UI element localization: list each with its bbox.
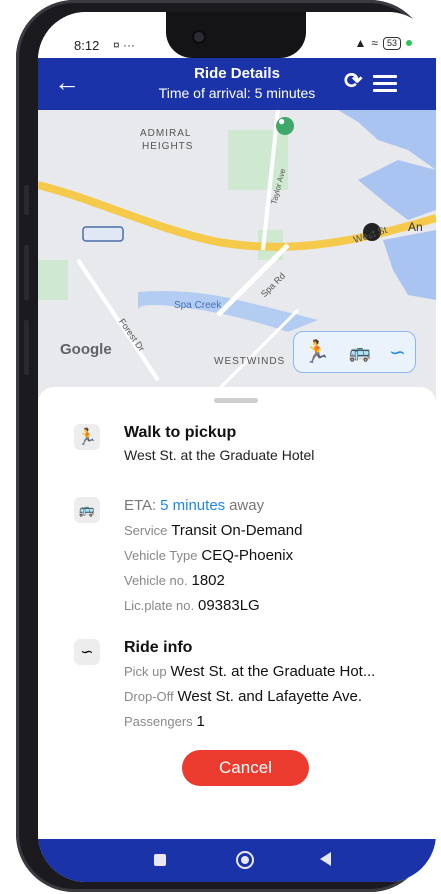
battery-icon: 53 bbox=[382, 36, 401, 50]
passengers-value: 1 bbox=[196, 713, 205, 730]
drag-handle[interactable] bbox=[214, 398, 258, 403]
eta-suffix: away bbox=[229, 497, 265, 514]
app-header: ← Ride Details Time of arrival: 5 minute… bbox=[38, 58, 436, 110]
recents-button[interactable] bbox=[154, 854, 166, 866]
vehicle-type-label: Vehicle Type bbox=[124, 548, 198, 563]
service-label: Service bbox=[124, 523, 168, 538]
back-button[interactable] bbox=[320, 852, 331, 866]
refresh-icon[interactable]: ⟳ bbox=[344, 68, 362, 94]
service-line: Service Transit On-Demand bbox=[124, 522, 302, 539]
route-info-icon: ∽ bbox=[74, 639, 100, 665]
walk-title: Walk to pickup bbox=[124, 424, 237, 441]
eta-label: ETA: bbox=[124, 497, 157, 514]
mode-selector: 🏃 🚌 ∽ bbox=[293, 331, 416, 373]
pickup-line: Pick up West St. at the Graduate Hot... bbox=[124, 663, 375, 680]
eta-line: ETA: 5 minutes away bbox=[124, 497, 264, 514]
google-attribution: Google bbox=[60, 341, 112, 358]
plate-value: 09383LG bbox=[198, 597, 260, 614]
status-time: 8:12 bbox=[74, 38, 100, 53]
map-label-heights: HEIGHTS bbox=[142, 141, 194, 152]
passengers-line: Passengers 1 bbox=[124, 713, 205, 730]
home-button[interactable] bbox=[236, 851, 254, 869]
walk-icon[interactable]: 🏃 bbox=[303, 339, 330, 365]
pickup-marker-icon[interactable]: ⚙ bbox=[364, 220, 380, 241]
wifi-icon: ≈ bbox=[371, 36, 378, 50]
vehicle-no-line: Vehicle no. 1802 bbox=[124, 572, 225, 589]
volume-down-button bbox=[24, 320, 29, 375]
status-bar: 8:12 ¤ ··· ▲ ≈ 53 bbox=[38, 12, 436, 58]
map-label-spa-creek: Spa Creek bbox=[174, 300, 222, 311]
map-label-annapolis: An bbox=[408, 220, 423, 234]
bus-icon: 🚌 bbox=[74, 497, 100, 523]
status-notification-icons: ¤ ··· bbox=[113, 38, 135, 52]
map-label-admiral: ADMIRAL bbox=[140, 128, 192, 139]
map-label-westwinds: WESTWINDS bbox=[214, 356, 286, 367]
vehicle-type-line: Vehicle Type CEQ-Phoenix bbox=[124, 547, 293, 564]
privacy-dot bbox=[406, 40, 412, 46]
vehicle-no-label: Vehicle no. bbox=[124, 573, 188, 588]
plate-label: Lic.plate no. bbox=[124, 598, 195, 613]
ride-details-sheet: 🏃 Walk to pickup West St. at the Graduat… bbox=[38, 387, 436, 839]
system-nav-bar bbox=[38, 839, 436, 882]
screen: 8:12 ¤ ··· ▲ ≈ 53 ← Ride Details Time of… bbox=[38, 12, 436, 882]
passengers-label: Passengers bbox=[124, 714, 193, 729]
route-icon[interactable]: ∽ bbox=[389, 340, 406, 365]
pickup-label: Pick up bbox=[124, 664, 167, 679]
pickup-value: West St. at the Graduate Hot... bbox=[170, 663, 376, 680]
map-view[interactable]: ADMIRAL HEIGHTS Taylor Ave West St An Sp… bbox=[38, 110, 436, 410]
status-icons: ▲ ≈ 53 bbox=[354, 36, 412, 50]
dropoff-line: Drop-Off West St. and Lafayette Ave. bbox=[124, 688, 362, 705]
dropoff-label: Drop-Off bbox=[124, 689, 174, 704]
mute-switch bbox=[24, 185, 29, 215]
hamburger-menu-icon[interactable] bbox=[373, 75, 397, 96]
camera-notch bbox=[166, 12, 306, 58]
vehicle-no-value: 1802 bbox=[191, 572, 225, 589]
cancel-button[interactable]: Cancel bbox=[182, 750, 309, 786]
volume-up-button bbox=[24, 245, 29, 300]
dropoff-value: West St. and Lafayette Ave. bbox=[177, 688, 363, 705]
walk-location: West St. at the Graduate Hotel bbox=[124, 447, 315, 463]
signal-icon: ▲ bbox=[354, 36, 367, 50]
bus-icon[interactable]: 🚌 bbox=[349, 342, 371, 363]
vehicle-type-value: CEQ-Phoenix bbox=[201, 547, 294, 564]
front-camera bbox=[194, 32, 204, 42]
ride-info-title: Ride info bbox=[124, 639, 193, 656]
service-value: Transit On-Demand bbox=[171, 522, 303, 539]
plate-line: Lic.plate no. 09383LG bbox=[124, 597, 260, 614]
park-pin-icon[interactable]: ● bbox=[278, 114, 285, 128]
eta-value: 5 minutes bbox=[160, 497, 226, 514]
walk-icon: 🏃 bbox=[74, 424, 100, 450]
